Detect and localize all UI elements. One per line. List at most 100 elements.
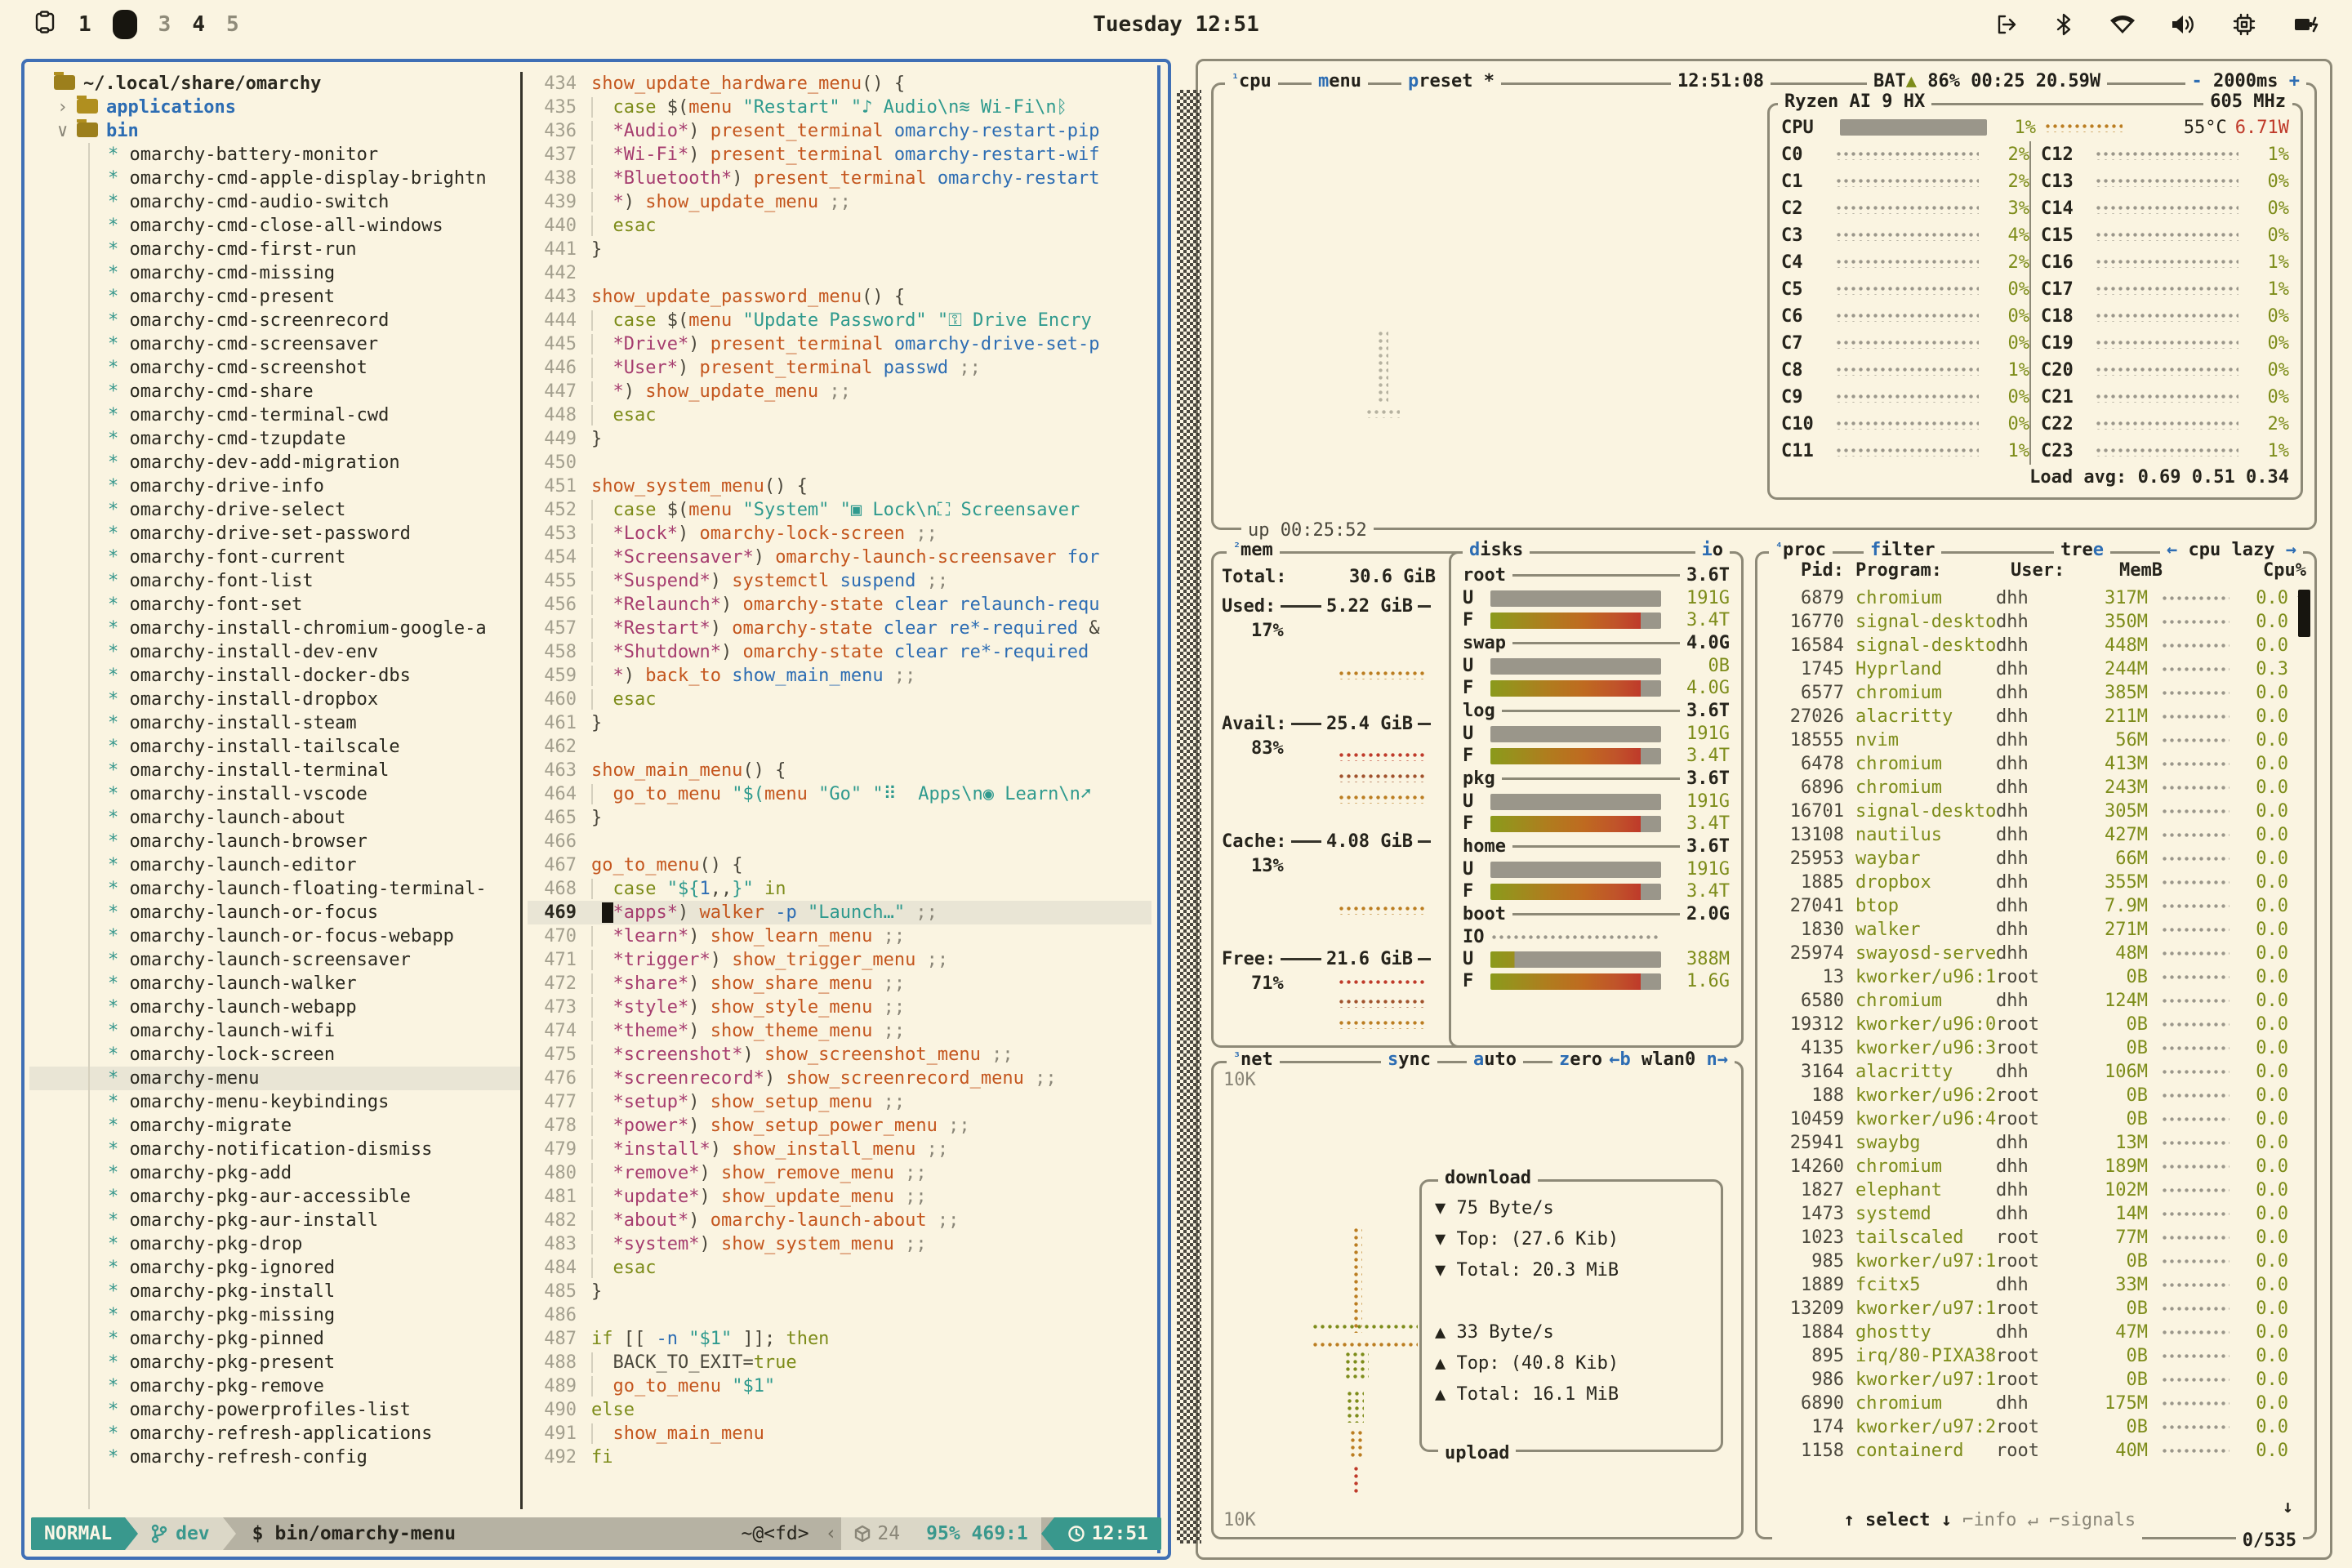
tree-file-item[interactable]: * omarchy-pkg-missing	[29, 1303, 520, 1327]
process-row[interactable]: 16770signal-desktopdhh350M0.0	[1761, 610, 2293, 634]
code-line[interactable]: 486	[528, 1303, 1152, 1327]
code-line[interactable]: 485}	[528, 1280, 1152, 1303]
code-line[interactable]: 464 go_to_menu "$(menu "Go" "⠿ Apps\n◉ L…	[528, 782, 1152, 806]
code-line[interactable]: 468 case "${1,,}" in	[528, 877, 1152, 901]
process-row[interactable]: 1830walkerdhh271M0.0	[1761, 918, 2293, 942]
code-line[interactable]: 443show_update_password_menu() {	[528, 285, 1152, 309]
proc-sort-selector[interactable]: ← cpu lazy →	[2160, 540, 2303, 560]
preset-button[interactable]: preset *	[1401, 71, 1501, 91]
code-line[interactable]: 441}	[528, 238, 1152, 261]
code-line[interactable]: 483 *system*) show_system_menu ;;	[528, 1232, 1152, 1256]
tree-file-item[interactable]: * omarchy-pkg-add	[29, 1161, 520, 1185]
tree-file-item[interactable]: * omarchy-menu	[29, 1067, 520, 1090]
process-row[interactable]: 3164alacrittydhh106M0.0	[1761, 1060, 2293, 1084]
code-line[interactable]: 473 *style*) show_style_menu ;;	[528, 996, 1152, 1019]
process-row[interactable]: 16584signal-desktopdhh448M0.0	[1761, 634, 2293, 657]
tree-file-item[interactable]: * omarchy-powerprofiles-list	[29, 1398, 520, 1422]
code-line[interactable]: 478 *power*) show_setup_power_menu ;;	[528, 1114, 1152, 1138]
process-row[interactable]: 6896chromiumdhh243M0.0	[1761, 776, 2293, 800]
tree-file-item[interactable]: * omarchy-launch-webapp	[29, 996, 520, 1019]
process-row[interactable]: 1884ghosttydhh47M0.0	[1761, 1321, 2293, 1344]
disks-box-title[interactable]: disks	[1463, 540, 1530, 560]
tree-file-item[interactable]: * omarchy-cmd-share	[29, 380, 520, 403]
code-line[interactable]: 442	[528, 261, 1152, 285]
code-line[interactable]: 439 *) show_update_menu ;;	[528, 190, 1152, 214]
code-line[interactable]: 449}	[528, 427, 1152, 451]
tree-file-item[interactable]: * omarchy-install-steam	[29, 711, 520, 735]
workspace-5[interactable]: 5	[226, 12, 239, 37]
process-row[interactable]: 25953waybardhh66M0.0	[1761, 847, 2293, 871]
tree-file-item[interactable]: * omarchy-install-tailscale	[29, 735, 520, 759]
process-row[interactable]: 1158containerdroot40M0.0	[1761, 1439, 2293, 1463]
code-line[interactable]: 490else	[528, 1398, 1152, 1422]
process-row[interactable]: 18555nvimdhh56M0.0	[1761, 728, 2293, 752]
tree-file-item[interactable]: * omarchy-cmd-terminal-cwd	[29, 403, 520, 427]
tree-file-item[interactable]: * omarchy-pkg-drop	[29, 1232, 520, 1256]
code-line[interactable]: 461}	[528, 711, 1152, 735]
tree-file-item[interactable]: * omarchy-cmd-screenrecord	[29, 309, 520, 332]
process-row[interactable]: 14260chromiumdhh189M0.0	[1761, 1155, 2293, 1178]
process-row[interactable]: 13108nautilusdhh427M0.0	[1761, 823, 2293, 847]
scroll-down-indicator[interactable]: ↓	[2283, 1497, 2293, 1517]
tree-file-item[interactable]: * omarchy-font-set	[29, 593, 520, 617]
code-line[interactable]: 491 show_main_menu	[528, 1422, 1152, 1446]
code-line[interactable]: 467go_to_menu() {	[528, 853, 1152, 877]
tree-file-item[interactable]: * omarchy-launch-floating-terminal-	[29, 877, 520, 901]
tree-file-item[interactable]: * omarchy-launch-walker	[29, 972, 520, 996]
code-line[interactable]: 459 *) back_to show_main_menu ;;	[528, 664, 1152, 688]
tree-file-item[interactable]: * omarchy-font-current	[29, 546, 520, 569]
battery-charging-icon[interactable]	[2290, 12, 2319, 37]
tree-file-item[interactable]: * omarchy-pkg-aur-accessible	[29, 1185, 520, 1209]
io-mode-button[interactable]: io	[1695, 540, 1731, 560]
code-line[interactable]: 457 *Restart*) omarchy-state clear re*-r…	[528, 617, 1152, 640]
tree-file-item[interactable]: * omarchy-refresh-applications	[29, 1422, 520, 1446]
tree-file-item[interactable]: * omarchy-drive-info	[29, 474, 520, 498]
process-row[interactable]: 895irq/80-PIXA3854:root0B0.0	[1761, 1344, 2293, 1368]
process-row[interactable]: 1473systemddhh14M0.0	[1761, 1202, 2293, 1226]
signals-key[interactable]: signals	[2060, 1510, 2136, 1530]
code-line[interactable]: 458 *Shutdown*) omarchy-state clear re*-…	[528, 640, 1152, 664]
code-line[interactable]: 448 esac	[528, 403, 1152, 427]
wifi-icon[interactable]	[2109, 12, 2136, 37]
net-zero-button[interactable]: zero	[1552, 1049, 1609, 1070]
tree-file-item[interactable]: * omarchy-notification-dismiss	[29, 1138, 520, 1161]
screen-record-icon[interactable]	[33, 10, 57, 39]
tree-file-item[interactable]: * omarchy-menu-keybindings	[29, 1090, 520, 1114]
tree-file-item[interactable]: * omarchy-install-dev-env	[29, 640, 520, 664]
process-row[interactable]: 1885dropboxdhh355M0.0	[1761, 871, 2293, 894]
tree-file-item[interactable]: * omarchy-pkg-aur-install	[29, 1209, 520, 1232]
code-line[interactable]: 454 *Screensaver*) omarchy-launch-screen…	[528, 546, 1152, 569]
code-line[interactable]: 488 BACK_TO_EXIT=true	[528, 1351, 1152, 1374]
tree-file-item[interactable]: * omarchy-cmd-close-all-windows	[29, 214, 520, 238]
code-line[interactable]: 480 *remove*) show_remove_menu ;;	[528, 1161, 1152, 1185]
code-line[interactable]: 471 *trigger*) show_trigger_menu ;;	[528, 948, 1152, 972]
workspace-4[interactable]: 4	[192, 12, 205, 37]
code-line[interactable]: 453 *Lock*) omarchy-lock-screen ;;	[528, 522, 1152, 546]
process-row[interactable]: 6478chromiumdhh413M0.0	[1761, 752, 2293, 776]
chip-icon[interactable]	[2231, 11, 2257, 38]
select-keys[interactable]: ↑ select ↓	[1843, 1510, 1951, 1530]
update-interval-control[interactable]: - 2000ms +	[2185, 71, 2306, 91]
tree-file-item[interactable]: * omarchy-install-dropbox	[29, 688, 520, 711]
tree-file-item[interactable]: * omarchy-font-list	[29, 569, 520, 593]
process-row[interactable]: 985kworker/u97:13+eroot0B0.0	[1761, 1250, 2293, 1273]
process-row[interactable]: 1745Hyprlanddhh244M0.3	[1761, 657, 2293, 681]
process-row[interactable]: 27041btopdhh7.9M0.0	[1761, 894, 2293, 918]
process-row[interactable]: 25941swaybgdhh13M0.0	[1761, 1131, 2293, 1155]
code-line[interactable]: 445 *Drive*) present_terminal omarchy-dr…	[528, 332, 1152, 356]
tree-file-item[interactable]: * omarchy-pkg-ignored	[29, 1256, 520, 1280]
proc-scrollbar[interactable]	[2298, 590, 2310, 637]
tree-folder-bin[interactable]: ∨bin	[29, 119, 520, 143]
tree-file-item[interactable]: * omarchy-launch-browser	[29, 830, 520, 853]
tree-file-item[interactable]: * omarchy-cmd-screenshot	[29, 356, 520, 380]
process-row[interactable]: 13209kworker/u97:10-broot0B0.0	[1761, 1297, 2293, 1321]
info-key[interactable]: info ↵	[1973, 1510, 2038, 1530]
tree-file-item[interactable]: * omarchy-launch-about	[29, 806, 520, 830]
tree-file-item[interactable]: * omarchy-pkg-remove	[29, 1374, 520, 1398]
process-row[interactable]: 174kworker/u97:2-btroot0B0.0	[1761, 1415, 2293, 1439]
code-line[interactable]: 472 *share*) show_share_menu ;;	[528, 972, 1152, 996]
code-line[interactable]: 481 *update*) show_update_menu ;;	[528, 1185, 1152, 1209]
process-row[interactable]: 13kworker/u96:1-sdroot0B0.0	[1761, 965, 2293, 989]
menu-button[interactable]: menu	[1312, 71, 1368, 91]
tree-file-item[interactable]: * omarchy-lock-screen	[29, 1043, 520, 1067]
